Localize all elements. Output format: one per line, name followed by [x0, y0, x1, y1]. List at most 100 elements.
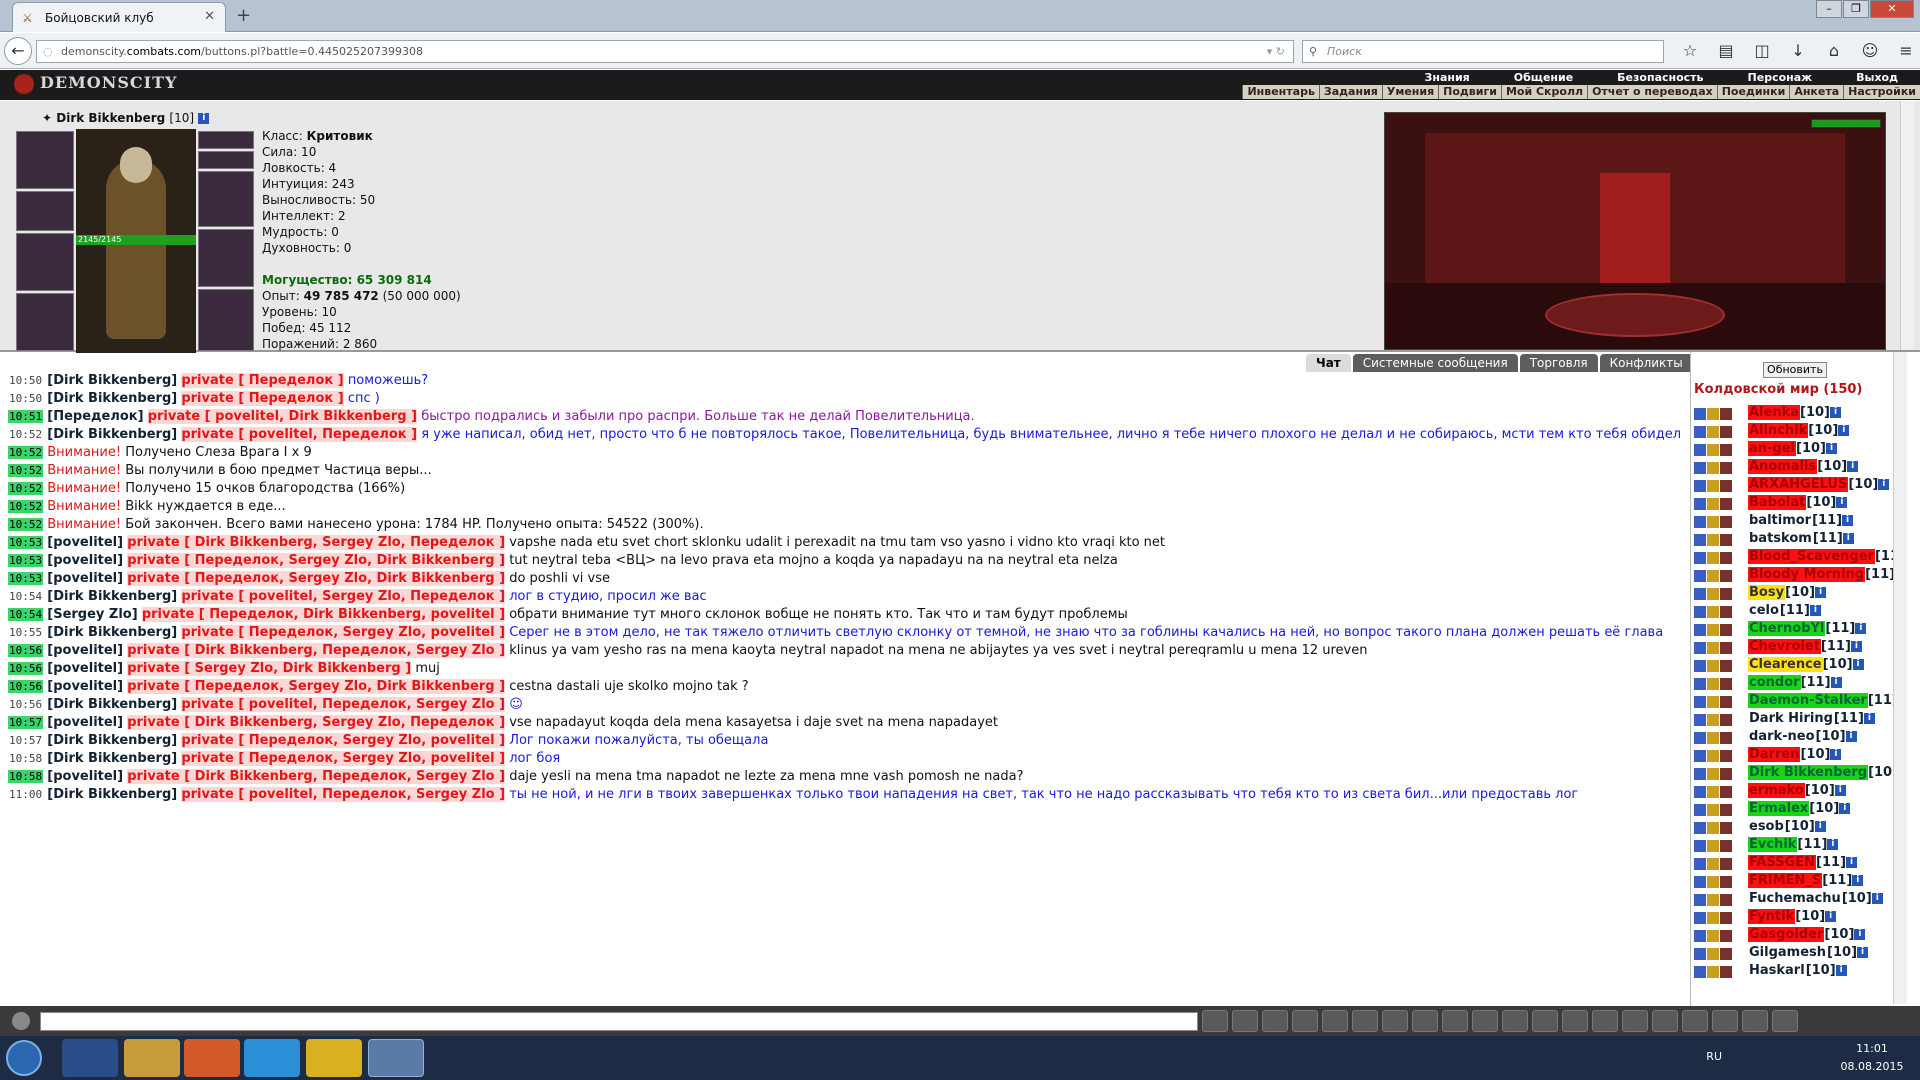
menu-security[interactable]: Безопасность	[1595, 71, 1725, 84]
message-time[interactable]: 10:55	[8, 626, 43, 639]
online-user[interactable]: ARXAHGELUS[10] i	[1694, 476, 1906, 494]
user-name[interactable]: condor	[1748, 675, 1801, 690]
user-name[interactable]: Dirk Bikkenberg	[1748, 765, 1869, 780]
download-icon[interactable]: ↓	[1780, 39, 1816, 63]
shield-slot[interactable]	[198, 229, 254, 287]
torrent-icon[interactable]	[244, 1039, 300, 1077]
user-name[interactable]: Ermalex	[1748, 801, 1810, 816]
online-user[interactable]: Bosy[10] i	[1694, 584, 1906, 602]
online-user[interactable]: Darren[10] i	[1694, 746, 1906, 764]
user-name[interactable]: Dark Hiring	[1748, 711, 1834, 726]
folder-icon[interactable]	[124, 1039, 180, 1077]
info-icon[interactable]: i	[1830, 407, 1841, 418]
smiley-icon[interactable]	[12, 1012, 30, 1030]
user-name[interactable]: Gilgamesh	[1748, 945, 1827, 960]
user-name[interactable]: Clearence	[1748, 657, 1823, 672]
message-time[interactable]: 10:54	[8, 608, 44, 621]
tab-trade[interactable]: Торговля	[1519, 354, 1598, 372]
message-time[interactable]: 10:57	[8, 734, 43, 747]
message-time[interactable]: 10:53	[8, 554, 44, 567]
user-name[interactable]: FASSGEN	[1748, 855, 1817, 870]
user-name[interactable]: Haskarl	[1748, 963, 1806, 978]
online-user[interactable]: Dirk Bikkenberg[10]i	[1694, 764, 1906, 782]
user-name[interactable]: Bosy	[1748, 585, 1786, 600]
online-user[interactable]: Blood_Scavenger[11]i	[1694, 548, 1906, 566]
info-icon[interactable]: i	[1835, 965, 1847, 976]
message-sender[interactable]: [Dirk Bikkenberg]	[47, 751, 177, 766]
online-scrollbar[interactable]	[1893, 352, 1907, 1004]
bookmark-star-icon[interactable]: ☆	[1672, 39, 1708, 63]
message-time[interactable]: 10:57	[8, 716, 44, 729]
info-icon[interactable]: i	[1815, 587, 1827, 598]
message-time[interactable]: 10:53	[8, 572, 44, 585]
user-name[interactable]: batskom	[1748, 531, 1813, 546]
info-icon[interactable]: i	[1827, 839, 1839, 850]
ring-slots[interactable]	[198, 131, 254, 149]
private-recipients[interactable]: private [ Переделок, Dirk Bikkenberg, po…	[141, 607, 506, 622]
online-user[interactable]: FASSGEN[11] i	[1694, 854, 1906, 872]
message-sender[interactable]: [povelitel]	[47, 715, 123, 730]
info-icon[interactable]: i	[1839, 803, 1851, 814]
magic-icon[interactable]	[1382, 1010, 1408, 1032]
user-name[interactable]: dark-neo	[1748, 729, 1816, 744]
online-user[interactable]: Anomalis[10] i	[1694, 458, 1906, 476]
menu-knowledge[interactable]: Знания	[1403, 71, 1492, 84]
private-recipients[interactable]: private [ Dirk Bikkenberg, Переделок, Se…	[127, 643, 506, 658]
online-user[interactable]: batskom[11] i	[1694, 530, 1906, 548]
message-sender[interactable]: [Dirk Bikkenberg]	[47, 625, 177, 640]
online-user[interactable]: Fyntik[10] i	[1694, 908, 1906, 926]
private-recipients[interactable]: private [ povelitel, Переделок ]	[181, 427, 418, 442]
private-recipients[interactable]: private [ povelitel, Переделок, Sergey Z…	[181, 697, 506, 712]
info-icon[interactable]: i	[1871, 893, 1883, 904]
user-name[interactable]: Gasgolder	[1748, 927, 1825, 942]
back-arrow-icon[interactable]: ←	[4, 37, 32, 65]
user-name[interactable]: baltimor	[1748, 513, 1812, 528]
address-bar[interactable]: ◌ demonscity.combats.com/buttons.pl?battl…	[36, 40, 1294, 63]
submenu-profile[interactable]: Анкета	[1789, 85, 1843, 99]
refresh-button[interactable]: Обновить	[1763, 362, 1827, 378]
clock[interactable]: 11:01 08.08.2015	[1832, 1040, 1912, 1076]
info-icon[interactable]: i	[1850, 641, 1862, 652]
online-user[interactable]: Evchik[11] i	[1694, 836, 1906, 854]
message-time[interactable]: 10:56	[8, 644, 44, 657]
message-sender[interactable]: [Переделок]	[47, 409, 143, 424]
user-name[interactable]: Evchik	[1748, 837, 1798, 852]
online-user[interactable]: condor[11] i	[1694, 674, 1906, 692]
info-icon[interactable]: i	[1834, 785, 1846, 796]
bottle-icon[interactable]	[1532, 1010, 1558, 1032]
close-tab-icon[interactable]: ✕	[204, 9, 215, 24]
reading-list-icon[interactable]: ▤	[1708, 39, 1744, 63]
emoji-icon[interactable]	[1412, 1010, 1438, 1032]
save-icon[interactable]	[1292, 1010, 1318, 1032]
panel-scrollbar[interactable]	[1900, 101, 1914, 350]
home-icon[interactable]: ⌂	[1816, 39, 1852, 63]
user-name[interactable]: ermako	[1748, 783, 1805, 798]
private-recipients[interactable]: private [ Переделок, Sergey Zlo, Dirk Bi…	[127, 553, 506, 568]
talk-icon[interactable]	[1742, 1010, 1768, 1032]
gift-icon[interactable]	[1682, 1010, 1708, 1032]
submenu-my-scroll[interactable]: Мой Скролл	[1500, 85, 1587, 99]
weapon-slot[interactable]	[16, 233, 74, 291]
info-icon[interactable]: i	[1846, 857, 1858, 868]
ie-icon[interactable]	[62, 1039, 118, 1077]
user-name[interactable]: Anomalis	[1748, 459, 1818, 474]
info-icon[interactable]: i	[1842, 515, 1854, 526]
message-time[interactable]: 10:54	[8, 590, 43, 603]
close-window-icon[interactable]: ✕	[1870, 0, 1914, 18]
private-recipients[interactable]: private [ povelitel, Dirk Bikkenberg ]	[147, 409, 418, 424]
eraser-icon[interactable]	[1232, 1010, 1258, 1032]
online-user[interactable]: Alinchik[10] i	[1694, 422, 1906, 440]
user-name[interactable]: Bloody Morning	[1748, 567, 1866, 582]
message-time[interactable]: 10:52	[8, 464, 44, 477]
online-user[interactable]: an-gel[10] i	[1694, 440, 1906, 458]
private-recipients[interactable]: private [ Dirk Bikkenberg, Переделок, Se…	[127, 769, 506, 784]
online-user[interactable]: Dark Hiring[11] i	[1694, 710, 1906, 728]
info-icon[interactable]: i	[1845, 731, 1857, 742]
scroll-icon[interactable]	[1502, 1010, 1528, 1032]
user-name[interactable]: an-gel	[1748, 441, 1797, 456]
private-recipients[interactable]: private [ Переделок, Sergey Zlo, Dirk Bi…	[127, 679, 506, 694]
message-sender[interactable]: [Dirk Bikkenberg]	[47, 373, 177, 388]
online-user[interactable]: Clearence[10] i	[1694, 656, 1906, 674]
private-recipients[interactable]: private [ Dirk Bikkenberg, Sergey Zlo, П…	[127, 535, 506, 550]
character-name[interactable]: ✦ Dirk Bikkenberg [10] i	[42, 111, 210, 125]
